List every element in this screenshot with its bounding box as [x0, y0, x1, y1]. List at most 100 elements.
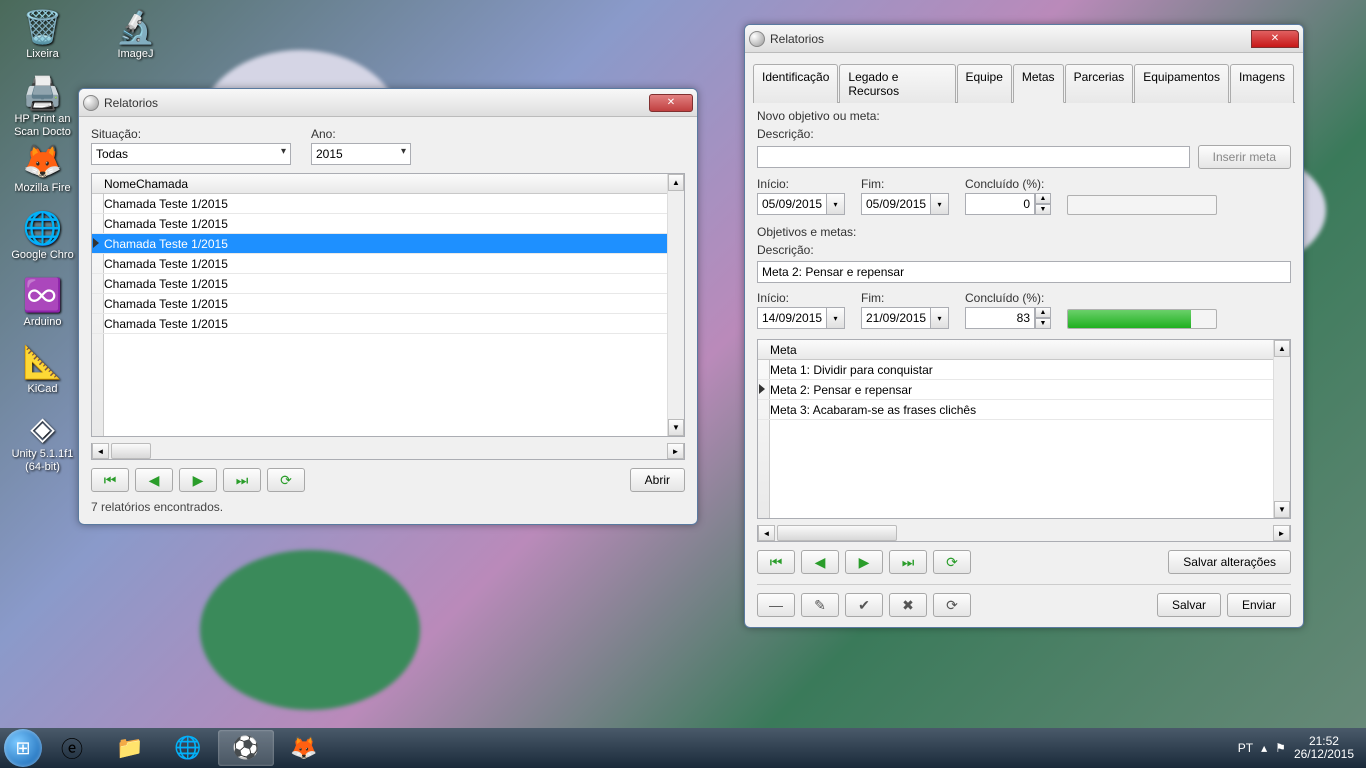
horizontal-scrollbar[interactable]: ◄ ►	[91, 443, 685, 460]
system-tray[interactable]: PT ▴ ⚑ 21:5226/12/2015	[1238, 735, 1362, 761]
app-icon: ♾️	[23, 275, 63, 315]
desktop-icon[interactable]: ◈Unity 5.1.1f1 (64-bit)	[5, 407, 80, 472]
nav-prev-button[interactable]: ◀	[801, 550, 839, 574]
tab-legado-e-recursos[interactable]: Legado e Recursos	[839, 64, 955, 103]
descricao-input[interactable]	[757, 146, 1190, 168]
table-row[interactable]: Meta 3: Acabaram-se as frases clichês	[758, 400, 1273, 420]
close-button[interactable]: ✕	[1251, 30, 1299, 48]
nav-next-button[interactable]: ▶	[845, 550, 883, 574]
taskbar-ie[interactable]: ⓔ	[44, 730, 100, 766]
titlebar[interactable]: Relatorios ✕	[79, 89, 697, 117]
inserir-meta-button[interactable]: Inserir meta	[1198, 145, 1291, 169]
obj-inicio-date[interactable]: ▾	[757, 307, 845, 329]
tray-lang[interactable]: PT	[1238, 741, 1253, 755]
taskbar-chrome[interactable]: 🌐	[160, 730, 216, 766]
desktop-icon[interactable]: 🌐Google Chro	[5, 206, 80, 271]
vertical-scrollbar[interactable]: ▲▼	[1273, 340, 1290, 518]
novo-concluido-input[interactable]	[965, 193, 1035, 215]
desktop-icon[interactable]: 🦊Mozilla Fire	[5, 139, 80, 204]
tab-parcerias[interactable]: Parcerias	[1065, 64, 1134, 103]
scroll-left-icon[interactable]: ◄	[758, 525, 775, 541]
desktop-icon[interactable]: 🔬ImageJ	[98, 5, 173, 70]
table-row[interactable]: Chamada Teste 1/2015	[92, 234, 667, 254]
check-button[interactable]: ✔	[845, 593, 883, 617]
ano-label: Ano:	[311, 127, 411, 141]
refresh-button[interactable]: ⟳	[933, 593, 971, 617]
tab-equipamentos[interactable]: Equipamentos	[1134, 64, 1229, 103]
tab-imagens[interactable]: Imagens	[1230, 64, 1294, 103]
chevron-down-icon[interactable]: ▾	[931, 193, 949, 215]
refresh-button[interactable]: ⟳	[933, 550, 971, 574]
tab-identifica-o[interactable]: Identificação	[753, 64, 838, 103]
close-button[interactable]: ✕	[649, 94, 693, 112]
chevron-down-icon[interactable]: ▾	[827, 193, 845, 215]
novo-fim-date[interactable]: ▾	[861, 193, 949, 215]
start-button[interactable]: ⊞	[4, 729, 42, 767]
spinner-down-icon[interactable]: ▼	[1035, 318, 1051, 329]
ano-select[interactable]: 2015	[311, 143, 411, 165]
situacao-label: Situação:	[91, 127, 291, 141]
metas-grid[interactable]: MetaMeta 1: Dividir para conquistarMeta …	[757, 339, 1291, 519]
spinner-down-icon[interactable]: ▼	[1035, 204, 1051, 215]
app-icon: 🔬	[116, 7, 156, 47]
nav-prev-button[interactable]: ◀	[135, 468, 173, 492]
salvar-button[interactable]: Salvar	[1157, 593, 1221, 617]
scroll-right-icon[interactable]: ►	[1273, 525, 1290, 541]
nav-first-button[interactable]: ⏮	[91, 468, 129, 492]
scroll-up-icon[interactable]: ▲	[1274, 340, 1290, 357]
titlebar[interactable]: Relatorios ✕	[745, 25, 1303, 53]
nav-last-button[interactable]: ⏭	[889, 550, 927, 574]
obj-concluido-input[interactable]	[965, 307, 1035, 329]
desktop-icon[interactable]: 🖨️HP Print an Scan Docto	[5, 72, 80, 137]
edit-button[interactable]: ✎	[801, 593, 839, 617]
chevron-down-icon[interactable]: ▾	[827, 307, 845, 329]
table-row[interactable]: Chamada Teste 1/2015	[92, 254, 667, 274]
tray-clock[interactable]: 21:5226/12/2015	[1294, 735, 1354, 761]
taskbar-relatorios[interactable]: ⚽	[218, 730, 274, 766]
column-header[interactable]: Meta	[758, 340, 1273, 360]
scroll-left-icon[interactable]: ◄	[92, 443, 109, 459]
taskbar-explorer[interactable]: 📁	[102, 730, 158, 766]
scroll-down-icon[interactable]: ▼	[668, 419, 684, 436]
taskbar-gimp[interactable]: 🦊	[276, 730, 332, 766]
nav-first-button[interactable]: ⏮	[757, 550, 795, 574]
tray-flag-icon[interactable]: ⚑	[1275, 741, 1286, 755]
tab-metas[interactable]: Metas	[1013, 64, 1064, 103]
nav-last-button[interactable]: ⏭	[223, 468, 261, 492]
scroll-up-icon[interactable]: ▲	[668, 174, 684, 191]
abrir-button[interactable]: Abrir	[630, 468, 685, 492]
scroll-right-icon[interactable]: ►	[667, 443, 684, 459]
chamadas-grid[interactable]: NomeChamadaChamada Teste 1/2015Chamada T…	[91, 173, 685, 437]
obj-fim-date[interactable]: ▾	[861, 307, 949, 329]
tray-chevron-icon[interactable]: ▴	[1261, 741, 1267, 755]
vertical-scrollbar[interactable]: ▲ ▼	[667, 174, 684, 436]
spinner-up-icon[interactable]: ▲	[1035, 307, 1051, 318]
table-row[interactable]: Chamada Teste 1/2015	[92, 214, 667, 234]
table-row[interactable]: Chamada Teste 1/2015	[92, 274, 667, 294]
enviar-button[interactable]: Enviar	[1227, 593, 1291, 617]
situacao-select[interactable]: Todas	[91, 143, 291, 165]
table-row[interactable]: Chamada Teste 1/2015	[92, 194, 667, 214]
chevron-down-icon[interactable]: ▾	[931, 307, 949, 329]
horizontal-scrollbar[interactable]: ◄►	[757, 525, 1291, 542]
refresh-button[interactable]: ⟳	[267, 468, 305, 492]
scroll-down-icon[interactable]: ▼	[1274, 501, 1290, 518]
desktop-icon[interactable]: 🗑️Lixeira	[5, 5, 80, 70]
novo-inicio-date[interactable]: ▾	[757, 193, 845, 215]
relatorios-detail-window: Relatorios ✕ IdentificaçãoLegado e Recur…	[744, 24, 1304, 628]
table-row[interactable]: Meta 2: Pensar e repensar	[758, 380, 1273, 400]
table-row[interactable]: Chamada Teste 1/2015	[92, 294, 667, 314]
table-row[interactable]: Meta 1: Dividir para conquistar	[758, 360, 1273, 380]
desktop-icon[interactable]: 📐KiCad	[5, 340, 80, 405]
nav-next-button[interactable]: ▶	[179, 468, 217, 492]
spinner-up-icon[interactable]: ▲	[1035, 193, 1051, 204]
app-icon: 🗑️	[23, 7, 63, 47]
salvar-alteracoes-button[interactable]: Salvar alterações	[1168, 550, 1291, 574]
cancel-button[interactable]: ✖	[889, 593, 927, 617]
table-row[interactable]: Chamada Teste 1/2015	[92, 314, 667, 334]
minus-button[interactable]: —	[757, 593, 795, 617]
obj-descricao-input[interactable]	[757, 261, 1291, 283]
column-header[interactable]: NomeChamada	[92, 174, 667, 194]
tab-equipe[interactable]: Equipe	[957, 64, 1012, 103]
desktop-icon[interactable]: ♾️Arduino	[5, 273, 80, 338]
